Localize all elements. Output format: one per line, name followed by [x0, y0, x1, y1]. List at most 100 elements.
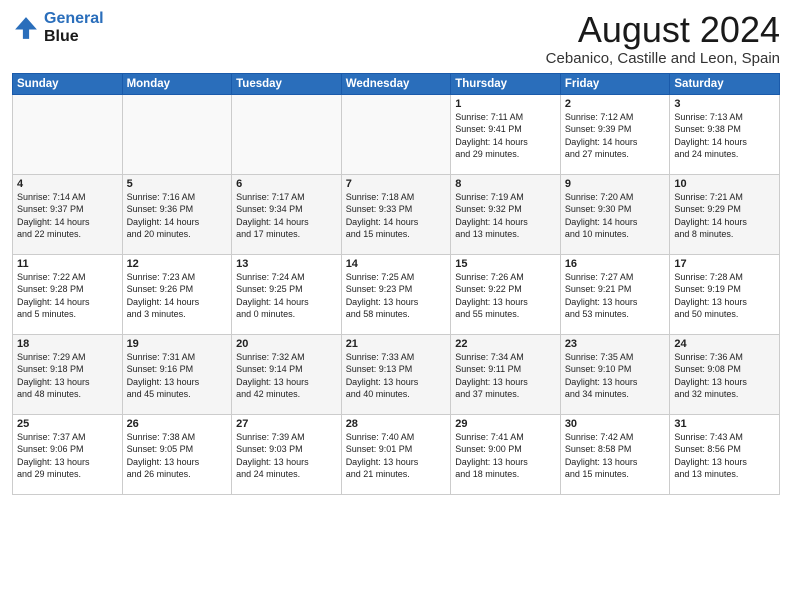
- calendar-cell: 16Sunrise: 7:27 AM Sunset: 9:21 PM Dayli…: [560, 254, 670, 334]
- day-number: 5: [127, 178, 228, 190]
- weekday-header-row: SundayMondayTuesdayWednesdayThursdayFrid…: [13, 73, 780, 94]
- day-number: 24: [674, 338, 775, 350]
- logo-line2: Blue: [44, 28, 79, 45]
- weekday-header: Saturday: [670, 73, 780, 94]
- day-number: 11: [17, 258, 118, 270]
- calendar-cell: 27Sunrise: 7:39 AM Sunset: 9:03 PM Dayli…: [232, 414, 342, 494]
- day-info: Sunrise: 7:36 AM Sunset: 9:08 PM Dayligh…: [674, 351, 775, 401]
- day-number: 21: [346, 338, 447, 350]
- weekday-header: Wednesday: [341, 73, 451, 94]
- day-info: Sunrise: 7:16 AM Sunset: 9:36 PM Dayligh…: [127, 191, 228, 241]
- location-title: Cebanico, Castille and Leon, Spain: [546, 50, 780, 67]
- calendar-cell: 28Sunrise: 7:40 AM Sunset: 9:01 PM Dayli…: [341, 414, 451, 494]
- day-number: 8: [455, 178, 556, 190]
- calendar-cell: 18Sunrise: 7:29 AM Sunset: 9:18 PM Dayli…: [13, 334, 123, 414]
- calendar-cell: 5Sunrise: 7:16 AM Sunset: 9:36 PM Daylig…: [122, 174, 232, 254]
- day-number: 26: [127, 418, 228, 430]
- calendar-cell: 9Sunrise: 7:20 AM Sunset: 9:30 PM Daylig…: [560, 174, 670, 254]
- day-number: 29: [455, 418, 556, 430]
- day-number: 30: [565, 418, 666, 430]
- calendar-cell: 20Sunrise: 7:32 AM Sunset: 9:14 PM Dayli…: [232, 334, 342, 414]
- day-number: 20: [236, 338, 337, 350]
- day-number: 25: [17, 418, 118, 430]
- day-info: Sunrise: 7:41 AM Sunset: 9:00 PM Dayligh…: [455, 431, 556, 481]
- day-number: 14: [346, 258, 447, 270]
- calendar-cell: 31Sunrise: 7:43 AM Sunset: 8:56 PM Dayli…: [670, 414, 780, 494]
- weekday-header: Tuesday: [232, 73, 342, 94]
- day-number: 15: [455, 258, 556, 270]
- calendar-cell: 2Sunrise: 7:12 AM Sunset: 9:39 PM Daylig…: [560, 94, 670, 174]
- calendar-cell: 23Sunrise: 7:35 AM Sunset: 9:10 PM Dayli…: [560, 334, 670, 414]
- calendar: SundayMondayTuesdayWednesdayThursdayFrid…: [12, 73, 780, 495]
- logo-line1: General: [44, 10, 104, 27]
- day-number: 19: [127, 338, 228, 350]
- day-info: Sunrise: 7:17 AM Sunset: 9:34 PM Dayligh…: [236, 191, 337, 241]
- day-info: Sunrise: 7:31 AM Sunset: 9:16 PM Dayligh…: [127, 351, 228, 401]
- day-info: Sunrise: 7:20 AM Sunset: 9:30 PM Dayligh…: [565, 191, 666, 241]
- calendar-cell: 19Sunrise: 7:31 AM Sunset: 9:16 PM Dayli…: [122, 334, 232, 414]
- day-number: 7: [346, 178, 447, 190]
- main-container: General Blue August 2024 Cebanico, Casti…: [0, 0, 792, 503]
- weekday-header: Friday: [560, 73, 670, 94]
- day-number: 12: [127, 258, 228, 270]
- day-number: 28: [346, 418, 447, 430]
- day-info: Sunrise: 7:28 AM Sunset: 9:19 PM Dayligh…: [674, 271, 775, 321]
- day-info: Sunrise: 7:42 AM Sunset: 8:58 PM Dayligh…: [565, 431, 666, 481]
- day-info: Sunrise: 7:29 AM Sunset: 9:18 PM Dayligh…: [17, 351, 118, 401]
- calendar-cell: [122, 94, 232, 174]
- day-info: Sunrise: 7:24 AM Sunset: 9:25 PM Dayligh…: [236, 271, 337, 321]
- calendar-cell: 21Sunrise: 7:33 AM Sunset: 9:13 PM Dayli…: [341, 334, 451, 414]
- day-info: Sunrise: 7:35 AM Sunset: 9:10 PM Dayligh…: [565, 351, 666, 401]
- calendar-week-row: 25Sunrise: 7:37 AM Sunset: 9:06 PM Dayli…: [13, 414, 780, 494]
- calendar-cell: 17Sunrise: 7:28 AM Sunset: 9:19 PM Dayli…: [670, 254, 780, 334]
- day-info: Sunrise: 7:43 AM Sunset: 8:56 PM Dayligh…: [674, 431, 775, 481]
- day-info: Sunrise: 7:27 AM Sunset: 9:21 PM Dayligh…: [565, 271, 666, 321]
- day-info: Sunrise: 7:23 AM Sunset: 9:26 PM Dayligh…: [127, 271, 228, 321]
- day-info: Sunrise: 7:14 AM Sunset: 9:37 PM Dayligh…: [17, 191, 118, 241]
- calendar-week-row: 18Sunrise: 7:29 AM Sunset: 9:18 PM Dayli…: [13, 334, 780, 414]
- calendar-cell: 13Sunrise: 7:24 AM Sunset: 9:25 PM Dayli…: [232, 254, 342, 334]
- day-info: Sunrise: 7:22 AM Sunset: 9:28 PM Dayligh…: [17, 271, 118, 321]
- day-number: 4: [17, 178, 118, 190]
- day-info: Sunrise: 7:39 AM Sunset: 9:03 PM Dayligh…: [236, 431, 337, 481]
- logo-text: General Blue: [44, 10, 104, 45]
- day-number: 3: [674, 98, 775, 110]
- calendar-cell: 22Sunrise: 7:34 AM Sunset: 9:11 PM Dayli…: [451, 334, 561, 414]
- calendar-cell: 26Sunrise: 7:38 AM Sunset: 9:05 PM Dayli…: [122, 414, 232, 494]
- day-info: Sunrise: 7:25 AM Sunset: 9:23 PM Dayligh…: [346, 271, 447, 321]
- calendar-cell: 14Sunrise: 7:25 AM Sunset: 9:23 PM Dayli…: [341, 254, 451, 334]
- day-number: 31: [674, 418, 775, 430]
- day-number: 10: [674, 178, 775, 190]
- calendar-cell: 7Sunrise: 7:18 AM Sunset: 9:33 PM Daylig…: [341, 174, 451, 254]
- day-number: 2: [565, 98, 666, 110]
- weekday-header: Sunday: [13, 73, 123, 94]
- calendar-cell: 3Sunrise: 7:13 AM Sunset: 9:38 PM Daylig…: [670, 94, 780, 174]
- day-number: 18: [17, 338, 118, 350]
- day-info: Sunrise: 7:11 AM Sunset: 9:41 PM Dayligh…: [455, 111, 556, 161]
- day-number: 6: [236, 178, 337, 190]
- day-info: Sunrise: 7:26 AM Sunset: 9:22 PM Dayligh…: [455, 271, 556, 321]
- day-info: Sunrise: 7:12 AM Sunset: 9:39 PM Dayligh…: [565, 111, 666, 161]
- calendar-cell: 11Sunrise: 7:22 AM Sunset: 9:28 PM Dayli…: [13, 254, 123, 334]
- logo-icon: [12, 14, 40, 42]
- day-info: Sunrise: 7:37 AM Sunset: 9:06 PM Dayligh…: [17, 431, 118, 481]
- header: General Blue August 2024 Cebanico, Casti…: [12, 10, 780, 67]
- calendar-cell: 29Sunrise: 7:41 AM Sunset: 9:00 PM Dayli…: [451, 414, 561, 494]
- day-number: 13: [236, 258, 337, 270]
- day-info: Sunrise: 7:40 AM Sunset: 9:01 PM Dayligh…: [346, 431, 447, 481]
- calendar-cell: 6Sunrise: 7:17 AM Sunset: 9:34 PM Daylig…: [232, 174, 342, 254]
- day-number: 22: [455, 338, 556, 350]
- month-title: August 2024: [546, 10, 780, 50]
- day-number: 16: [565, 258, 666, 270]
- calendar-cell: 25Sunrise: 7:37 AM Sunset: 9:06 PM Dayli…: [13, 414, 123, 494]
- calendar-cell: 24Sunrise: 7:36 AM Sunset: 9:08 PM Dayli…: [670, 334, 780, 414]
- day-info: Sunrise: 7:32 AM Sunset: 9:14 PM Dayligh…: [236, 351, 337, 401]
- weekday-header: Thursday: [451, 73, 561, 94]
- calendar-week-row: 4Sunrise: 7:14 AM Sunset: 9:37 PM Daylig…: [13, 174, 780, 254]
- day-info: Sunrise: 7:19 AM Sunset: 9:32 PM Dayligh…: [455, 191, 556, 241]
- calendar-cell: [232, 94, 342, 174]
- calendar-cell: 12Sunrise: 7:23 AM Sunset: 9:26 PM Dayli…: [122, 254, 232, 334]
- calendar-cell: 10Sunrise: 7:21 AM Sunset: 9:29 PM Dayli…: [670, 174, 780, 254]
- title-block: August 2024 Cebanico, Castille and Leon,…: [546, 10, 780, 67]
- calendar-cell: 4Sunrise: 7:14 AM Sunset: 9:37 PM Daylig…: [13, 174, 123, 254]
